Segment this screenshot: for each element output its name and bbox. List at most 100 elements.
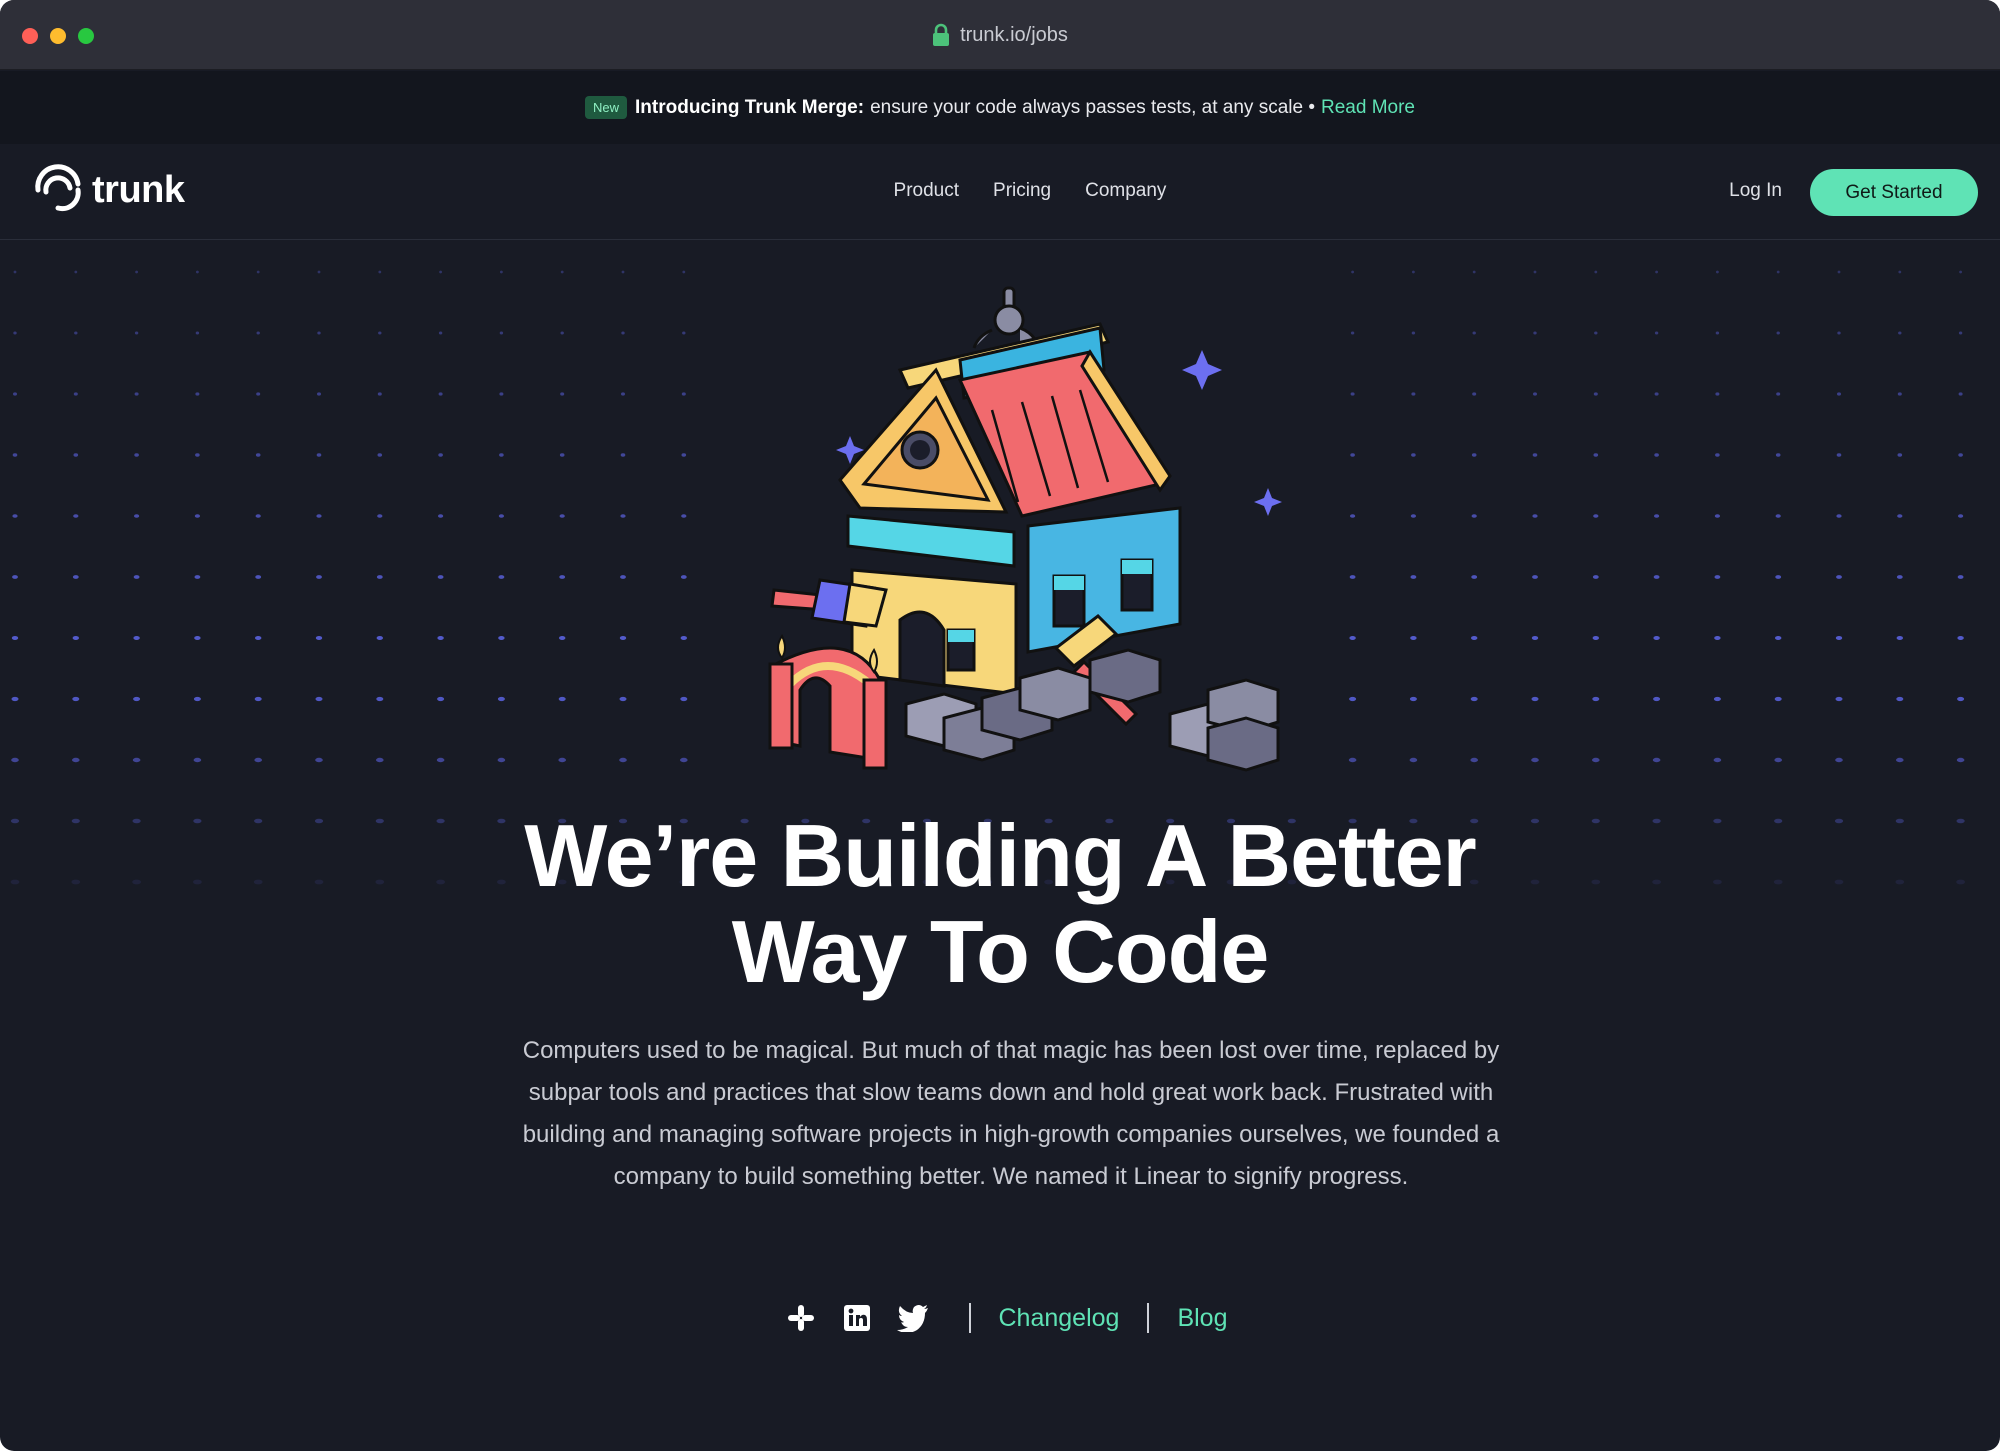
grid-dot	[1531, 636, 1539, 640]
grid-dot	[1896, 696, 1904, 702]
grid-dot	[1653, 636, 1660, 640]
grid-dot	[1594, 331, 1598, 335]
grid-dot	[1411, 392, 1416, 396]
grid-dot	[680, 575, 687, 579]
grid-dot	[1409, 696, 1417, 702]
grid-dot	[134, 514, 140, 518]
grid-dot	[134, 392, 139, 396]
grid-dot	[1410, 575, 1417, 579]
grid-dot	[13, 331, 17, 335]
grid-dot	[1775, 636, 1782, 640]
nav-company[interactable]: Company	[1085, 180, 1166, 202]
grid-dot	[1837, 331, 1841, 335]
grid-dot	[1351, 270, 1354, 274]
grid-dot	[317, 392, 321, 396]
grid-dot	[1714, 636, 1721, 640]
grid-dot	[72, 575, 79, 579]
grid-dot	[316, 514, 322, 518]
slack-icon[interactable]	[785, 1302, 817, 1334]
changelog-link[interactable]: Changelog	[999, 1304, 1120, 1333]
grid-dot	[1471, 453, 1477, 457]
grid-dot	[377, 514, 383, 518]
grid-dot	[438, 453, 443, 457]
grid-dot	[1897, 514, 1903, 518]
grid-dot	[1774, 757, 1782, 763]
grid-dot	[1957, 575, 1964, 579]
grid-dot	[499, 331, 504, 335]
get-started-button[interactable]: Get Started	[1810, 169, 1978, 216]
grid-dot	[1654, 514, 1660, 518]
grid-dot	[439, 270, 442, 274]
grid-dot	[13, 392, 17, 396]
grid-dot	[74, 331, 78, 335]
grid-dot	[1350, 514, 1356, 518]
nav-links: Product Pricing Company	[30, 180, 2000, 202]
grid-dot	[255, 453, 261, 457]
twitter-icon[interactable]	[896, 1302, 929, 1334]
grid-dot	[437, 696, 445, 702]
login-link[interactable]: Log In	[1729, 180, 1782, 202]
grid-dot	[1654, 331, 1659, 335]
grid-dot	[193, 757, 202, 763]
grid-dot	[1348, 757, 1357, 763]
grid-dot	[1531, 696, 1539, 702]
grid-dot	[1471, 636, 1478, 640]
grid-dot	[620, 575, 626, 579]
grid-dot	[1593, 392, 1598, 396]
address-bar[interactable]: trunk.io/jobs	[0, 20, 2000, 50]
grid-dot	[682, 331, 686, 335]
grid-dot	[135, 270, 139, 274]
grid-dot	[73, 514, 79, 518]
grid-dot	[1959, 270, 1962, 274]
announcement-title: Introducing Trunk Merge:	[635, 96, 865, 118]
grid-dot	[497, 757, 506, 763]
nav-pricing[interactable]: Pricing	[993, 180, 1051, 202]
blog-link[interactable]: Blog	[1177, 1304, 1227, 1333]
grid-dot	[1411, 331, 1416, 335]
announcement-text: ensure your code always passes tests, at…	[870, 96, 1315, 118]
grid-dot	[560, 270, 564, 274]
grid-dot	[255, 514, 261, 518]
grid-dot	[134, 331, 139, 335]
grid-dot	[1654, 453, 1659, 457]
read-more-link[interactable]: Read More	[1321, 97, 1415, 119]
linkedin-icon[interactable]	[841, 1302, 873, 1334]
grid-dot	[1775, 453, 1781, 457]
grid-dot	[256, 270, 260, 274]
grid-dot	[438, 514, 444, 518]
nav-product[interactable]: Product	[894, 180, 959, 202]
grid-dot	[1653, 696, 1661, 702]
top-navigation: trunk Product Pricing Company Log In Get…	[0, 144, 2000, 240]
grid-dot	[73, 392, 78, 396]
grid-dot	[619, 696, 627, 702]
grid-dot	[315, 636, 323, 640]
grid-dot	[195, 331, 200, 335]
grid-dot	[1350, 331, 1355, 335]
grid-dot	[195, 453, 200, 457]
grid-dot	[13, 270, 17, 274]
grid-dot	[1592, 696, 1600, 702]
grid-dot	[378, 331, 382, 335]
grid-dot	[1593, 453, 1599, 457]
grid-dot	[620, 453, 626, 457]
grid-dot	[195, 392, 200, 396]
grid-dot	[1410, 514, 1416, 518]
grid-dot	[621, 331, 625, 335]
grid-dot	[317, 331, 321, 335]
grid-dot	[558, 757, 566, 763]
grid-dot	[72, 757, 80, 763]
grid-dot	[1958, 514, 1964, 518]
grid-dot	[256, 392, 261, 396]
grid-dot	[133, 636, 140, 640]
grid-dot	[196, 270, 199, 274]
grid-dot	[682, 270, 686, 274]
grid-dot	[1592, 575, 1599, 579]
grid-dot	[1472, 392, 1477, 396]
grid-dot	[1835, 696, 1843, 702]
grid-dot	[1776, 270, 1780, 274]
grid-dot	[559, 636, 566, 640]
grid-dot	[133, 575, 140, 579]
grid-dot	[621, 270, 625, 274]
grid-dot	[1716, 270, 1719, 274]
grid-dot	[1532, 453, 1538, 457]
